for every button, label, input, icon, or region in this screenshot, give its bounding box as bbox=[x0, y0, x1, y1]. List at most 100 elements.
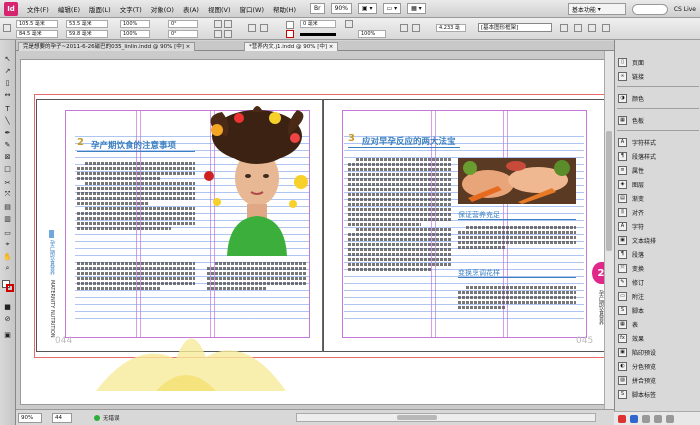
panel-para-styles[interactable]: ¶ 段落样式 bbox=[618, 150, 698, 162]
line-tool-icon[interactable]: ╲ bbox=[2, 116, 13, 125]
search-input[interactable] bbox=[631, 3, 668, 15]
nutrition-text[interactable] bbox=[458, 224, 576, 262]
stroke-swatch[interactable] bbox=[286, 30, 294, 38]
ime-logo-icon[interactable] bbox=[618, 414, 626, 423]
zoom-tool-icon[interactable]: ⌕ bbox=[2, 264, 13, 273]
food-photo[interactable] bbox=[458, 158, 576, 204]
arrange-docs-button[interactable]: ▦ ▾ bbox=[407, 3, 426, 14]
panel-swatches[interactable]: ▦ 色板 bbox=[618, 114, 698, 126]
panel-flattener[interactable]: ▨ 拼合预览 bbox=[618, 374, 698, 386]
panel-layers[interactable]: ◈ 图层 bbox=[618, 178, 698, 190]
bridge-button[interactable]: Br bbox=[309, 3, 325, 14]
screen-mode-icon[interactable]: ▣ bbox=[2, 330, 13, 339]
panel-align[interactable]: ⫼ 对齐 bbox=[618, 206, 698, 218]
note-tool-icon[interactable]: ▭ bbox=[2, 228, 13, 237]
panel-text-wrap[interactable]: ▣ 文本绕排 bbox=[618, 234, 698, 246]
panel-transform[interactable]: ⤧ 变换 bbox=[618, 262, 698, 274]
zoom-field[interactable]: 90% bbox=[18, 413, 42, 423]
menu-window[interactable]: 窗口(W) bbox=[240, 4, 265, 14]
vertical-scroll-thumb[interactable] bbox=[606, 131, 612, 251]
zoom-select[interactable]: 90% bbox=[330, 3, 352, 14]
apply-none-icon[interactable]: ⊘ bbox=[2, 314, 13, 323]
page-tool-icon[interactable]: ▯ bbox=[2, 78, 13, 87]
panel-char-styles[interactable]: A 字符样式 bbox=[618, 136, 698, 148]
stroke-color-icon[interactable] bbox=[6, 284, 14, 292]
panel-links[interactable]: ∞ 链接 bbox=[618, 70, 698, 82]
panel-scripts[interactable]: S 脚本 bbox=[618, 304, 698, 316]
fill-swatch[interactable] bbox=[286, 21, 294, 29]
left-body-text-top[interactable] bbox=[77, 160, 195, 258]
fx-icon[interactable] bbox=[345, 20, 353, 28]
cooking-text[interactable] bbox=[458, 284, 576, 324]
menu-object[interactable]: 对象(O) bbox=[151, 4, 174, 14]
panel-effects[interactable]: fx 效果 bbox=[618, 332, 698, 344]
wrap-bbox-icon[interactable] bbox=[412, 24, 420, 32]
clear-overrides-icon[interactable] bbox=[560, 24, 568, 32]
document-canvas[interactable]: 2 孕产期饮食的注意事项 044 孕产期饮食营养 MATERNITY NUTRI… bbox=[16, 51, 614, 409]
gradient-tool-icon[interactable]: ▤ bbox=[2, 202, 13, 211]
wrap-none-icon[interactable] bbox=[400, 24, 408, 32]
center-content-icon[interactable] bbox=[602, 24, 610, 32]
ime-lang-icon[interactable] bbox=[630, 414, 638, 423]
panel-separations[interactable]: ◐ 分色预览 bbox=[618, 360, 698, 372]
horizontal-scroll-thumb[interactable] bbox=[397, 415, 437, 420]
object-style-select[interactable]: [基本图形框架] bbox=[478, 23, 552, 32]
menu-table[interactable]: 表(A) bbox=[183, 4, 199, 14]
type-tool-icon[interactable]: T bbox=[2, 104, 13, 113]
menu-edit[interactable]: 编辑(E) bbox=[58, 4, 80, 14]
pen-tool-icon[interactable]: ✒ bbox=[2, 128, 13, 137]
opacity-field[interactable]: 100% bbox=[358, 30, 386, 38]
panel-script-label[interactable]: S 脚本标签 bbox=[618, 388, 698, 400]
woman-fruit-photo[interactable] bbox=[197, 106, 317, 256]
menu-type[interactable]: 文字(T) bbox=[120, 4, 142, 14]
direct-selection-tool-icon[interactable]: ↗ bbox=[2, 66, 13, 75]
select-content-icon[interactable] bbox=[260, 24, 268, 32]
panel-notes[interactable]: ▭ 附注 bbox=[618, 290, 698, 302]
free-transform-tool-icon[interactable]: ⤧ bbox=[2, 190, 13, 199]
left-body-text-bottom[interactable] bbox=[77, 260, 195, 330]
flip-v-icon[interactable] bbox=[224, 30, 232, 38]
scale-y-field[interactable]: 100% bbox=[120, 30, 150, 38]
view-options-button[interactable]: ▣ ▾ bbox=[357, 3, 377, 14]
horizontal-scrollbar[interactable] bbox=[296, 413, 596, 422]
menu-layout[interactable]: 版面(L) bbox=[89, 4, 111, 14]
stroke-weight-field[interactable]: 0 毫米 bbox=[300, 20, 336, 28]
stroke-type-preview[interactable] bbox=[300, 33, 336, 36]
right-page[interactable]: 3 应对早孕反应的两大法宝 保证营养充足 变换烹调花样 2 孕产期饮食营养 04… bbox=[323, 99, 610, 352]
cs-live-button[interactable]: CS Live bbox=[674, 6, 696, 13]
panel-trap-presets[interactable]: ▣ 陷印预设 bbox=[618, 346, 698, 358]
x-field[interactable]: 105.5 毫米 bbox=[16, 20, 58, 28]
ime-keyboard-icon[interactable] bbox=[654, 414, 662, 423]
height-field[interactable]: 59.8 毫米 bbox=[66, 30, 108, 38]
apply-color-icon[interactable]: ■ bbox=[2, 302, 13, 311]
menu-file[interactable]: 文件(F) bbox=[27, 4, 49, 14]
doc-tab-2[interactable]: *营养内文.j1.indd @ 90% [中] × bbox=[244, 42, 339, 51]
panel-track-changes[interactable]: ✎ 修订 bbox=[618, 276, 698, 288]
panel-table[interactable]: ▦ 表 bbox=[618, 318, 698, 330]
hand-tool-icon[interactable]: ✋ bbox=[2, 252, 13, 261]
rotate-cw-icon[interactable] bbox=[214, 20, 222, 28]
reference-point-icon[interactable] bbox=[3, 24, 11, 32]
panel-pages[interactable]: ▯ 页面 bbox=[618, 56, 698, 68]
page-field[interactable]: 44 bbox=[52, 413, 72, 423]
rotate-field[interactable]: 0° bbox=[168, 20, 198, 28]
ime-settings-icon[interactable] bbox=[666, 414, 674, 423]
right-col-body-text[interactable] bbox=[207, 260, 307, 330]
gradient-feather-tool-icon[interactable]: ▥ bbox=[2, 214, 13, 223]
ime-punct-icon[interactable] bbox=[642, 414, 650, 423]
preflight-status-text[interactable]: 无错误 bbox=[103, 414, 120, 422]
doc-tab-1[interactable]: 完是想要的孕子~2011-6-26磁巴的035_linlin.indd @ 90… bbox=[18, 42, 196, 51]
left-page[interactable]: 2 孕产期饮食的注意事项 044 孕产期饮食营养 MATERNITY NUTRI… bbox=[36, 99, 323, 352]
scale-x-field[interactable]: 100% bbox=[120, 20, 150, 28]
rectangle-tool-icon[interactable]: □ bbox=[2, 164, 13, 173]
select-container-icon[interactable] bbox=[248, 24, 256, 32]
panel-paragraph[interactable]: ¶ 段落 bbox=[618, 248, 698, 260]
width-field[interactable]: 53.5 毫米 bbox=[66, 20, 108, 28]
panel-attributes[interactable]: ≡ 属性 bbox=[618, 164, 698, 176]
panel-color[interactable]: ◑ 颜色 bbox=[618, 92, 698, 104]
y-field[interactable]: 84.5 毫米 bbox=[16, 30, 58, 38]
right-body-text-left[interactable] bbox=[348, 156, 452, 326]
vertical-scrollbar[interactable] bbox=[604, 51, 614, 409]
rectangle-frame-tool-icon[interactable]: ⊠ bbox=[2, 152, 13, 161]
rotate-ccw-icon[interactable] bbox=[224, 20, 232, 28]
